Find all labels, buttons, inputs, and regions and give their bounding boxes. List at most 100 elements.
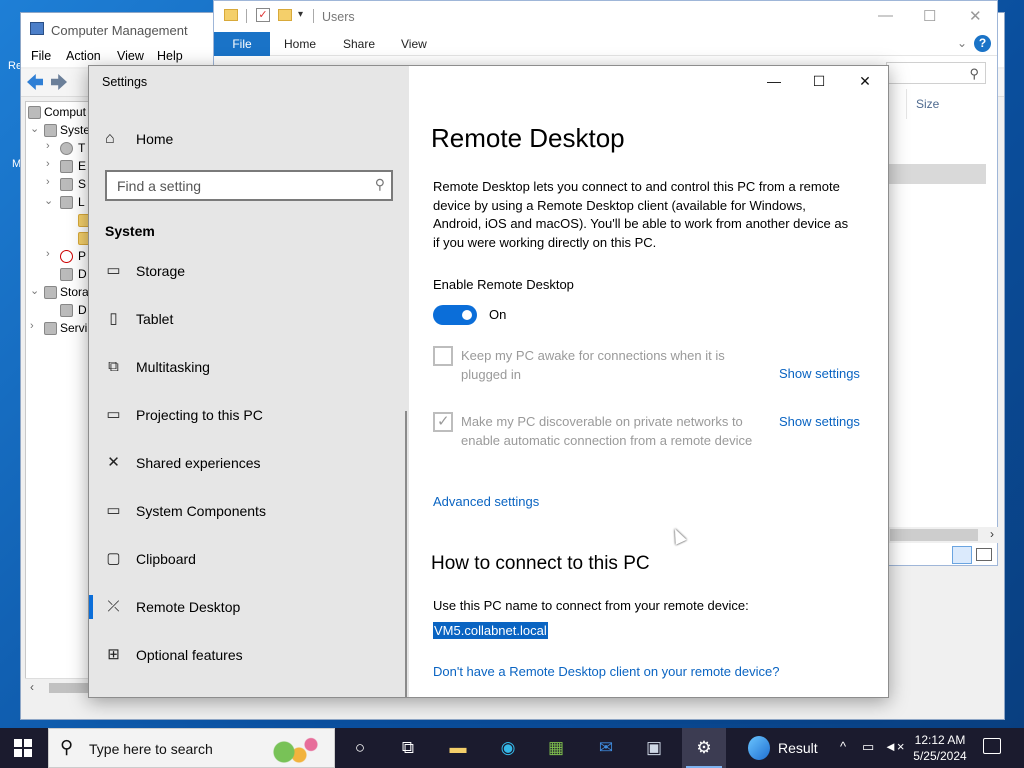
clipboard-icon: ▢ — [106, 550, 121, 567]
details-view-icon[interactable] — [952, 546, 972, 564]
discoverable-checkbox[interactable] — [433, 412, 453, 432]
divider — [313, 9, 314, 23]
advanced-settings-link[interactable]: Advanced settings — [433, 494, 539, 509]
sidebar-item-remote-desktop[interactable]: ⤫ Remote Desktop — [89, 587, 409, 627]
show-settings-link[interactable]: Show settings — [779, 414, 860, 429]
sidebar-item-label: Optional features — [136, 647, 243, 663]
pc-name-value[interactable]: VM5.collabnet.local — [433, 622, 548, 639]
selected-row[interactable] — [888, 164, 986, 184]
scrollbar-thumb[interactable] — [49, 683, 89, 693]
settings-taskbar-button[interactable]: ⚙ — [682, 728, 726, 768]
chevron-right-icon[interactable]: › — [46, 158, 50, 170]
sidebar-item-tablet[interactable]: ▯ Tablet — [89, 299, 409, 339]
home-icon: ⌂ — [105, 130, 115, 147]
task-view-icon[interactable]: ⧉ — [396, 736, 420, 760]
tab-share[interactable]: Share — [343, 37, 375, 51]
mail-icon[interactable]: ✉ — [594, 736, 618, 760]
chevron-down-icon[interactable]: ⌄ — [957, 36, 967, 50]
minimize-icon[interactable]: — — [764, 73, 784, 89]
computer-management-taskbar-icon[interactable]: ▣ — [642, 736, 666, 760]
network-icon[interactable]: ▭ — [862, 739, 874, 755]
enable-remote-desktop-toggle[interactable] — [433, 305, 477, 325]
sidebar-item-multitasking[interactable]: ⧉ Multitasking — [89, 347, 409, 387]
keep-awake-checkbox[interactable] — [433, 346, 453, 366]
chevron-right-icon[interactable]: › — [46, 248, 50, 260]
scroll-left-icon[interactable]: ‹ — [30, 680, 34, 694]
sidebar-item-optional-features[interactable]: ⊞ Optional features — [89, 635, 409, 675]
menu-file[interactable]: File — [31, 49, 51, 63]
close-icon[interactable]: ✕ — [969, 7, 982, 25]
sidebar-item-shared-experiences[interactable]: ✕ Shared experiences — [89, 443, 409, 483]
system-components-icon: ▭ — [106, 502, 121, 519]
new-folder-icon[interactable] — [278, 9, 292, 21]
maximize-icon[interactable]: ☐ — [809, 73, 829, 90]
ribbon: File Home Share View ⌄ ? — [214, 32, 997, 56]
chevron-right-icon[interactable]: › — [46, 176, 50, 188]
toggle-state-label: On — [489, 307, 507, 322]
horizontal-scrollbar[interactable]: › — [888, 527, 998, 543]
file-explorer-icon[interactable]: ▬ — [446, 736, 470, 760]
sidebar-item-label: Tablet — [136, 311, 174, 327]
sidebar-item-system-components[interactable]: ▭ System Components — [89, 491, 409, 531]
search-placeholder: Find a setting — [117, 178, 202, 194]
forward-arrow-icon[interactable] — [51, 74, 67, 90]
console-tree: Comput ⌄ Syste › T › E › S ⌄ L › P D ⌄ Stora D … — [25, 101, 95, 696]
edge-icon[interactable]: ◉ — [496, 736, 520, 760]
chevron-right-icon[interactable]: › — [30, 320, 34, 332]
cortana-icon[interactable]: ○ — [348, 736, 372, 760]
customize-toolbar-icon[interactable]: ▾ — [298, 9, 303, 20]
computer-icon — [28, 106, 41, 119]
chevron-up-icon[interactable]: ^ — [840, 739, 846, 754]
large-icons-view-icon[interactable] — [976, 548, 992, 561]
column-divider[interactable] — [906, 89, 907, 119]
start-button[interactable] — [14, 739, 32, 757]
taskbar-search-box[interactable]: ⚲ Type here to search — [48, 728, 335, 768]
clock[interactable]: 12:12 AM 5/25/2024 — [905, 732, 975, 764]
title-bar: ✓ ▾ Users — ☐ ✕ — [214, 1, 997, 32]
properties-icon[interactable]: ✓ — [256, 8, 270, 22]
section-heading: System — [105, 223, 155, 239]
find-setting-input[interactable]: Find a setting ⚲ — [105, 170, 393, 201]
store-icon[interactable]: ▦ — [544, 736, 568, 760]
close-icon[interactable]: ✕ — [855, 73, 875, 90]
menu-help[interactable]: Help — [157, 49, 183, 63]
chevron-down-icon[interactable]: ⌄ — [30, 122, 39, 135]
maximize-icon[interactable]: ☐ — [923, 7, 936, 25]
column-header-size[interactable]: Size — [916, 97, 939, 111]
result-app-label[interactable]: Result — [778, 740, 818, 756]
help-icon[interactable]: ? — [974, 35, 991, 52]
toggle-knob — [462, 310, 472, 320]
sidebar-item-label: Projecting to this PC — [136, 407, 263, 423]
enable-remote-desktop-label: Enable Remote Desktop — [433, 277, 574, 292]
horizontal-scrollbar[interactable]: ‹ — [25, 678, 95, 696]
back-arrow-icon[interactable] — [27, 74, 43, 90]
sidebar-item-storage[interactable]: ▭ Storage — [89, 251, 409, 291]
chevron-right-icon[interactable]: › — [46, 140, 50, 152]
result-app-icon[interactable] — [748, 736, 770, 760]
minimize-icon[interactable]: — — [878, 7, 893, 24]
sidebar-item-projecting[interactable]: ▭ Projecting to this PC — [89, 395, 409, 435]
show-settings-link[interactable]: Show settings — [779, 366, 860, 381]
projecting-icon: ▭ — [106, 406, 121, 423]
tab-file[interactable]: File — [214, 32, 270, 56]
performance-icon — [60, 250, 73, 263]
menu-view[interactable]: View — [117, 49, 144, 63]
volume-icon[interactable]: ◄× — [884, 739, 904, 754]
sidebar-item-clipboard[interactable]: ▢ Clipboard — [89, 539, 409, 579]
chevron-down-icon[interactable]: ⌄ — [44, 194, 53, 207]
home-label: Home — [136, 131, 174, 147]
scrollbar-thumb[interactable] — [890, 529, 978, 541]
chevron-down-icon[interactable]: ⌄ — [30, 284, 39, 297]
sidebar-scrollbar[interactable] — [405, 411, 407, 697]
storage-icon — [44, 286, 57, 299]
scroll-right-icon[interactable]: › — [990, 527, 994, 541]
sidebar-item-partial[interactable]: ○ — [89, 683, 409, 697]
search-box[interactable]: ⚲ — [886, 62, 986, 84]
no-client-link[interactable]: Don't have a Remote Desktop client on yo… — [433, 664, 779, 679]
tab-view[interactable]: View — [401, 37, 427, 51]
tab-home[interactable]: Home — [284, 37, 316, 51]
notifications-icon[interactable] — [983, 738, 1001, 754]
search-icon: ⚲ — [969, 66, 979, 81]
sidebar-item-label: Multitasking — [136, 359, 210, 375]
menu-action[interactable]: Action — [66, 49, 101, 63]
